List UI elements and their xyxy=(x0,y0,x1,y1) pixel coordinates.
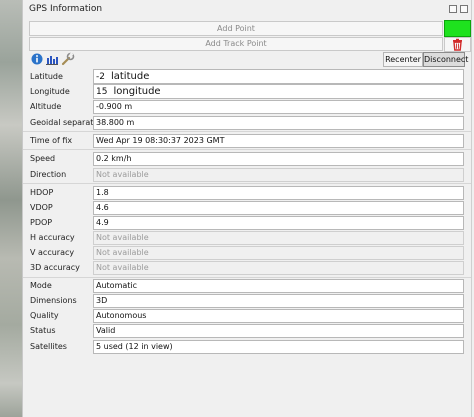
row-longitude: Longitude 15 longitude xyxy=(23,84,471,100)
latitude-value: -2 xyxy=(96,72,105,82)
disconnect-button[interactable]: Disconnect xyxy=(423,52,468,67)
row-dimensions: Dimensions 3D xyxy=(23,293,471,309)
reset-track-button[interactable] xyxy=(444,37,471,52)
latitude-field: -2 latitude xyxy=(93,69,464,84)
hdop-value: 1.8 xyxy=(93,186,464,200)
longitude-annotation: longitude xyxy=(113,86,161,97)
vdop-value: 4.6 xyxy=(93,201,464,215)
dimensions-label: Dimensions xyxy=(30,296,77,305)
longitude-value: 15 xyxy=(96,87,108,97)
geoidal-separation-value: 38.800 m xyxy=(93,116,464,130)
row-satellites: Satellites 5 used (12 in view) xyxy=(23,339,471,355)
row-pdop: PDOP 4.9 xyxy=(23,215,471,231)
satellites-label: Satellites xyxy=(30,342,67,351)
gps-information-panel: GPS Information Add Point Add Track Poin… xyxy=(22,0,472,417)
3d-accuracy-label: 3D accuracy xyxy=(30,263,80,272)
v-accuracy-value: Not available xyxy=(93,246,464,260)
row-direction: Direction Not available xyxy=(23,167,471,183)
satellites-value: 5 used (12 in view) xyxy=(93,340,464,354)
panel-titlebar: GPS Information xyxy=(23,0,471,19)
info-icon[interactable] xyxy=(30,52,44,66)
close-icon[interactable] xyxy=(460,5,468,13)
time-of-fix-label: Time of fix xyxy=(30,136,73,145)
mode-label: Mode xyxy=(30,281,52,290)
divider xyxy=(23,131,471,132)
divider xyxy=(23,183,471,184)
row-h-accuracy: H accuracy Not available xyxy=(23,230,471,246)
latitude-annotation: latitude xyxy=(110,71,150,82)
panel-title: GPS Information xyxy=(29,4,103,14)
quality-value: Autonomous xyxy=(93,309,464,323)
trash-icon xyxy=(453,38,462,51)
row-v-accuracy: V accuracy Not available xyxy=(23,245,471,261)
add-point-button[interactable]: Add Point xyxy=(29,21,443,36)
time-of-fix-value: Wed Apr 19 08:30:37 2023 GMT xyxy=(93,134,464,148)
row-mode: Mode Automatic xyxy=(23,278,471,294)
altitude-label: Altitude xyxy=(30,102,62,111)
latitude-label: Latitude xyxy=(30,72,63,81)
gps-status-indicator xyxy=(444,20,471,37)
hdop-label: HDOP xyxy=(30,188,54,197)
row-latitude: Latitude -2 latitude xyxy=(23,68,471,85)
dimensions-value: 3D xyxy=(93,294,464,308)
row-speed: Speed 0.2 km/h xyxy=(23,151,471,167)
map-canvas-strip xyxy=(0,0,22,417)
status-value: Valid xyxy=(93,324,464,338)
longitude-label: Longitude xyxy=(30,87,70,96)
h-accuracy-label: H accuracy xyxy=(30,233,75,242)
3d-accuracy-value: Not available xyxy=(93,261,464,275)
quality-label: Quality xyxy=(30,311,59,320)
wrench-icon[interactable] xyxy=(61,52,75,66)
direction-value: Not available xyxy=(93,168,464,182)
pdop-label: PDOP xyxy=(30,218,53,227)
float-icon[interactable] xyxy=(449,5,457,13)
v-accuracy-label: V accuracy xyxy=(30,248,75,257)
status-label: Status xyxy=(30,326,56,335)
row-altitude: Altitude -0.900 m xyxy=(23,99,471,115)
direction-label: Direction xyxy=(30,170,67,179)
mode-value: Automatic xyxy=(93,279,464,293)
pdop-value: 4.9 xyxy=(93,216,464,230)
row-geoidal-separation: Geoidal separation 38.800 m xyxy=(23,115,471,131)
longitude-field: 15 longitude xyxy=(93,84,464,99)
add-track-point-button[interactable]: Add Track Point xyxy=(29,37,443,51)
row-time-of-fix: Time of fix Wed Apr 19 08:30:37 2023 GMT xyxy=(23,133,471,149)
vdop-label: VDOP xyxy=(30,203,53,212)
recenter-button[interactable]: Recenter xyxy=(383,52,423,67)
row-status: Status Valid xyxy=(23,323,471,339)
divider xyxy=(23,149,471,150)
row-hdop: HDOP 1.8 xyxy=(23,185,471,201)
speed-value: 0.2 km/h xyxy=(93,152,464,166)
signal-bars-icon[interactable] xyxy=(45,52,59,66)
row-3d-accuracy: 3D accuracy Not available xyxy=(23,260,471,276)
h-accuracy-value: Not available xyxy=(93,231,464,245)
altitude-value: -0.900 m xyxy=(93,100,464,114)
row-vdop: VDOP 4.6 xyxy=(23,200,471,216)
speed-label: Speed xyxy=(30,154,56,163)
row-quality: Quality Autonomous xyxy=(23,308,471,324)
